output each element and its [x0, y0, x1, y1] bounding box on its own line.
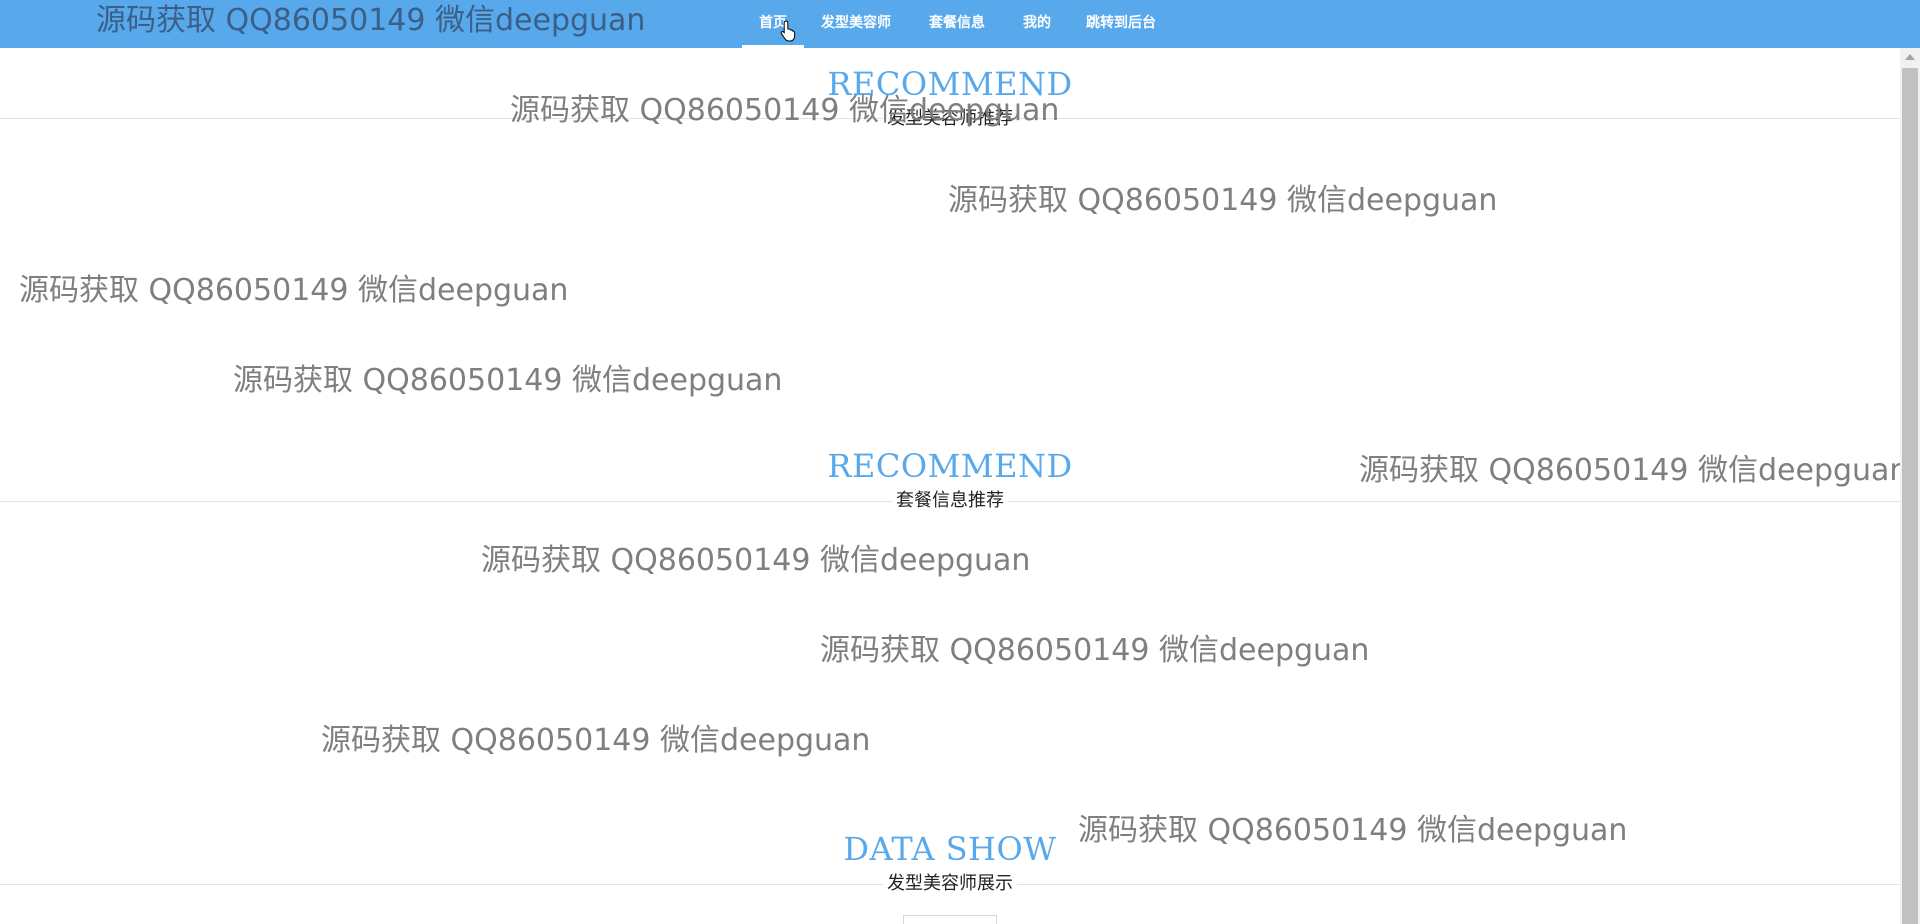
watermark-text: 源码获取 QQ86050149 微信deepguan — [233, 363, 783, 398]
section-subtitle-text: 套餐信息推荐 — [892, 490, 1008, 511]
page: 源码获取 QQ86050149 微信deepguan 首页 发型美容师 套餐信息… — [0, 0, 1920, 924]
section-subtitle-recommend-packages: 套餐信息推荐 — [0, 490, 1900, 512]
section-subtitle-data-show: 发型美容师展示 — [0, 873, 1900, 895]
section-title-data-show: DATA SHOW — [843, 830, 1057, 868]
section-title-recommend-packages: RECOMMEND — [827, 447, 1073, 485]
watermark-text: 源码获取 QQ86050149 微信deepguan — [820, 633, 1370, 668]
nav-packages[interactable]: 套餐信息 — [929, 0, 985, 48]
top-nav-bar: 源码获取 QQ86050149 微信deepguan 首页 发型美容师 套餐信息… — [0, 0, 1920, 48]
hand-pointer-icon — [780, 20, 796, 42]
section-subtitle-recommend-stylists: 发型美容师推荐 — [0, 108, 1900, 130]
watermark-text: 源码获取 QQ86050149 微信deepguan — [19, 273, 569, 308]
section-title-recommend-stylists: RECOMMEND — [827, 65, 1073, 103]
vertical-scrollbar[interactable] — [1900, 48, 1920, 924]
nav-mine[interactable]: 我的 — [1023, 0, 1051, 48]
scrollbar-thumb[interactable] — [1902, 68, 1918, 924]
watermark-text: 源码获取 QQ86050149 微信deepguan — [948, 183, 1498, 218]
nav-stylists[interactable]: 发型美容师 — [821, 0, 891, 48]
scroll-up-arrow-icon[interactable] — [1905, 54, 1915, 60]
nav-admin[interactable]: 跳转到后台 — [1086, 0, 1156, 48]
header-watermark: 源码获取 QQ86050149 微信deepguan — [96, 3, 646, 38]
section-subtitle-text: 发型美容师推荐 — [883, 108, 1017, 129]
section-subtitle-text: 发型美容师展示 — [883, 873, 1017, 894]
watermark-text: 源码获取 QQ86050149 微信deepguan — [321, 723, 871, 758]
content-card-edge — [903, 915, 997, 924]
watermark-text: 源码获取 QQ86050149 微信deepguan — [481, 543, 1031, 578]
